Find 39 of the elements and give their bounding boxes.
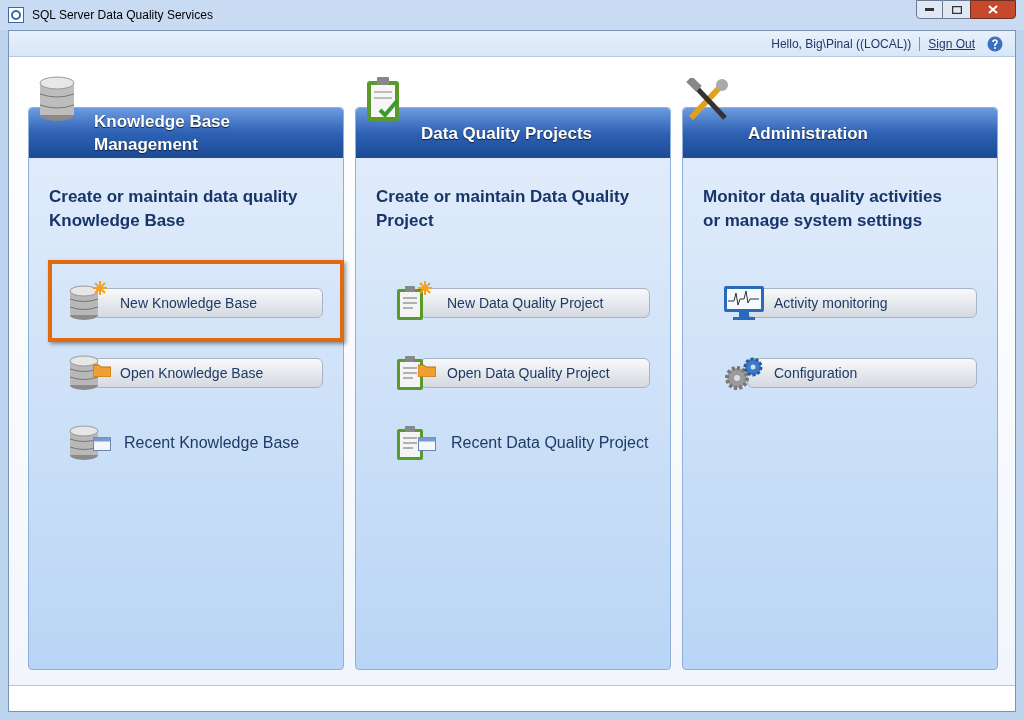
sign-out-link[interactable]: Sign Out bbox=[928, 34, 975, 53]
action-button[interactable]: New Data Quality Project bbox=[420, 288, 650, 318]
panel-title: Knowledge Base Management bbox=[94, 111, 232, 156]
maximize-icon bbox=[951, 5, 962, 14]
panel-description: Monitor data quality activities or manage system settings bbox=[702, 186, 943, 232]
action-button[interactable]: Activity monitoring bbox=[747, 288, 977, 318]
panel-title: Data Quality Projects bbox=[421, 122, 593, 145]
app-icon bbox=[8, 7, 24, 23]
folder-icon bbox=[93, 363, 111, 377]
clipboard-icon bbox=[396, 285, 424, 321]
database-icon bbox=[69, 285, 99, 321]
recent-link[interactable]: Recent Knowledge Base bbox=[124, 431, 300, 455]
close-button[interactable] bbox=[970, 0, 1016, 19]
database-icon bbox=[69, 425, 99, 461]
clipboard-check-icon bbox=[366, 76, 402, 122]
database-icon bbox=[39, 76, 75, 122]
window-icon bbox=[93, 437, 111, 451]
clipboard-icon bbox=[396, 425, 424, 461]
action-button[interactable]: Configuration bbox=[747, 358, 977, 388]
minimize-button[interactable] bbox=[916, 0, 943, 19]
minimize-icon bbox=[925, 8, 934, 11]
window-title: SQL Server Data Quality Services bbox=[32, 7, 213, 24]
clipboard-icon bbox=[396, 355, 424, 391]
help-icon[interactable] bbox=[987, 35, 1003, 52]
window-icon bbox=[418, 437, 436, 451]
gears-icon bbox=[723, 355, 765, 391]
panel-title: Administration bbox=[748, 122, 869, 145]
recent-link[interactable]: Recent Data Quality Project bbox=[451, 431, 649, 455]
monitor-icon bbox=[723, 285, 765, 321]
sparkle-icon bbox=[418, 281, 432, 295]
panel-description: Create or maintain Data Quality Project bbox=[375, 186, 631, 232]
maximize-button[interactable] bbox=[943, 0, 970, 19]
action-button[interactable]: Open Data Quality Project bbox=[420, 358, 650, 388]
folder-icon bbox=[418, 363, 436, 377]
database-icon bbox=[69, 355, 99, 391]
user-greeting: Hello, Big\Pinal ((LOCAL)) bbox=[771, 35, 912, 53]
panel-description: Create or maintain data quality Knowledge Base bbox=[48, 186, 299, 232]
sparkle-icon bbox=[93, 281, 107, 295]
close-icon bbox=[988, 5, 998, 14]
